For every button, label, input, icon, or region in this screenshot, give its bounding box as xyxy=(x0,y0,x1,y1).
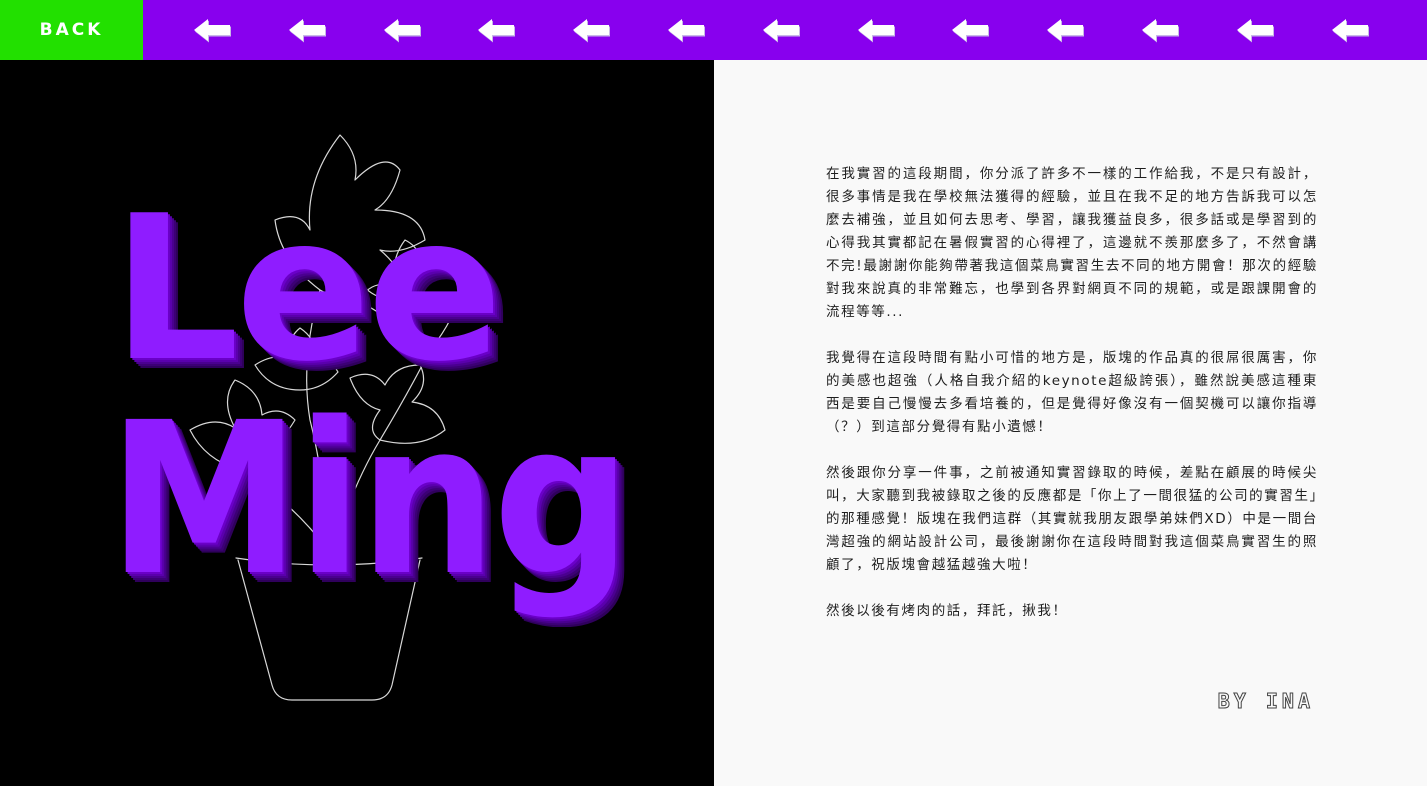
left-arrow-icon[interactable] xyxy=(476,15,516,45)
letter-panel: 在我實習的這段期間，你分派了許多不一樣的工作給我，不是只有設計，很多事情是我在學… xyxy=(714,60,1427,786)
left-arrow-icon[interactable] xyxy=(382,15,422,45)
left-arrow-icon[interactable] xyxy=(571,15,611,45)
letter-paragraph-1: 在我實習的這段期間，你分派了許多不一樣的工作給我，不是只有設計，很多事情是我在學… xyxy=(826,166,1318,320)
top-nav-bar: BACK xyxy=(0,0,1427,60)
left-arrow-icon[interactable] xyxy=(1235,15,1275,45)
left-arrow-icon[interactable] xyxy=(1140,15,1180,45)
hero-name-first: Lee xyxy=(112,173,503,406)
left-arrow-icon[interactable] xyxy=(192,15,232,45)
left-arrow-icon[interactable] xyxy=(761,15,801,45)
letter-body: 在我實習的這段期間，你分派了許多不一樣的工作給我，不是只有設計，很多事情是我在學… xyxy=(826,163,1318,646)
hero-panel: Lee Ming xyxy=(0,60,714,786)
left-arrow-icon[interactable] xyxy=(287,15,327,45)
letter-paragraph-4: 然後以後有烤肉的話，拜託，揪我！ xyxy=(826,603,1068,619)
letter-paragraph-2: 我覺得在這段時間有點小可惜的地方是，版塊的作品真的很屌很厲害，你的美感也超強（人… xyxy=(826,350,1318,435)
left-arrow-icon[interactable] xyxy=(950,15,990,45)
arrow-strip xyxy=(164,0,1427,60)
letter-paragraph-3: 然後跟你分享一件事，之前被通知實習錄取的時候，差點在顧展的時候尖叫，大家聽到我被… xyxy=(826,465,1318,573)
left-arrow-icon[interactable] xyxy=(1330,15,1370,45)
left-arrow-icon[interactable] xyxy=(666,15,706,45)
signature: BY INA xyxy=(1217,689,1314,714)
hero-name-last: Ming xyxy=(108,377,631,622)
left-arrow-icon[interactable] xyxy=(856,15,896,45)
left-arrow-icon[interactable] xyxy=(1045,15,1085,45)
back-button[interactable]: BACK xyxy=(0,0,143,60)
